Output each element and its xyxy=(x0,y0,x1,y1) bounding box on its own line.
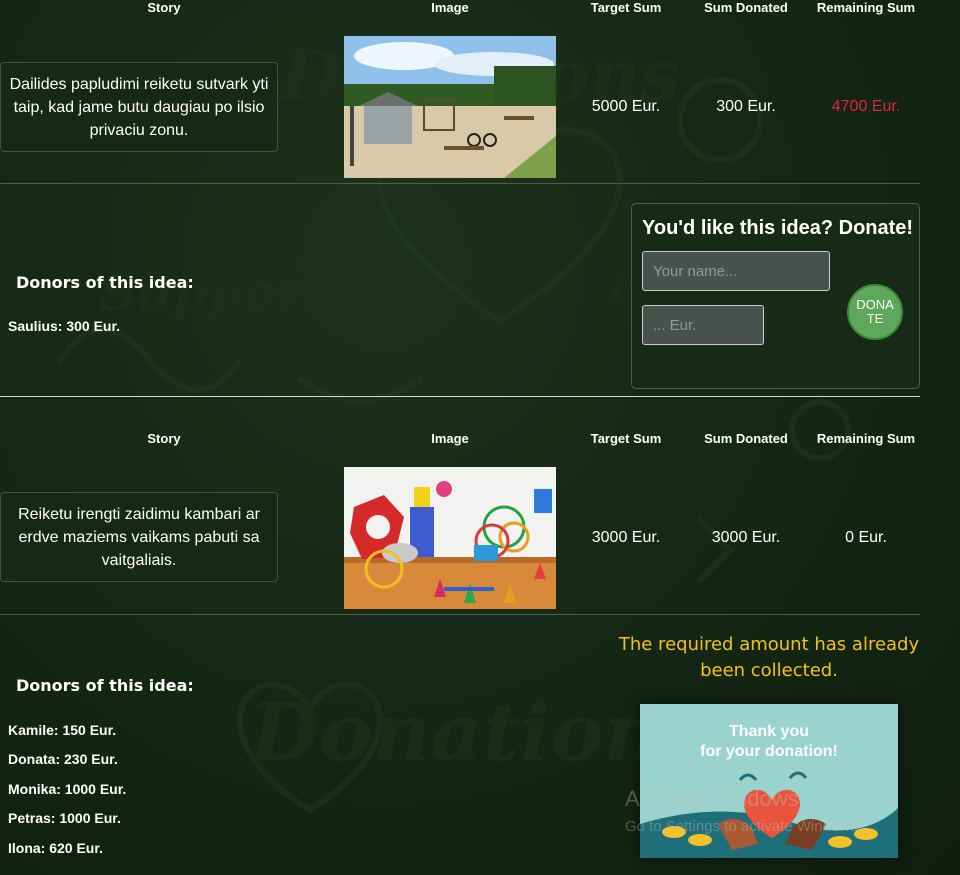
donor-entry: Petras: 1000 Eur. xyxy=(8,810,121,826)
header-sum-donated: Sum Donated xyxy=(704,431,788,446)
donors-title: Donors of this idea: xyxy=(16,676,194,695)
row-divider xyxy=(0,183,920,184)
header-story: Story xyxy=(147,0,181,15)
donor-entry: Ilona: 620 Eur. xyxy=(8,840,103,856)
header-target-sum: Target Sum xyxy=(590,0,662,15)
story-text: Reiketu irengti zaidimu kambari ar erdve… xyxy=(0,492,278,582)
donate-form: You'd like this idea? Donate! DONATE xyxy=(631,203,920,389)
donor-entry: Monika: 1000 Eur. xyxy=(8,781,127,797)
header-image: Image xyxy=(431,0,469,15)
thank-you-line: for your donation! xyxy=(700,743,838,760)
target-sum: 3000 Eur. xyxy=(591,529,661,546)
story-text: Dailides papludimi reiketu sutvark yti t… xyxy=(0,62,278,152)
watermark-line: Go to Settings to activate Windows. xyxy=(625,818,862,835)
header-remaining-sum: Remaining Sum xyxy=(816,0,916,15)
row-divider xyxy=(0,614,920,615)
donate-button[interactable]: DONATE xyxy=(847,284,903,340)
table-header-row: Story Image Target Sum Sum Donated Remai… xyxy=(0,0,922,18)
idea-divider xyxy=(0,396,920,397)
svg-text:Support: Support xyxy=(100,263,325,322)
sum-donated: 300 Eur. xyxy=(716,98,776,115)
header-target-sum: Target Sum xyxy=(590,431,662,446)
idea-image-beach xyxy=(344,36,556,178)
collected-message: The required amount has already been col… xyxy=(618,634,920,681)
donor-entry: Donata: 230 Eur. xyxy=(8,751,118,767)
donors-title: Donors of this idea: xyxy=(16,273,194,292)
thank-you-text: Thank you for your donation! xyxy=(640,722,898,762)
donor-entry: Kamile: 150 Eur. xyxy=(8,722,117,738)
windows-activation-watermark: Activate Windows Go to Settings to activ… xyxy=(625,786,862,835)
header-story: Story xyxy=(147,431,181,446)
remaining-sum: 0 Eur. xyxy=(845,529,887,546)
watermark-line: Activate Windows xyxy=(625,786,799,811)
donate-form-title: You'd like this idea? Donate! xyxy=(642,217,914,239)
header-sum-donated: Sum Donated xyxy=(704,0,788,15)
remaining-sum: 4700 Eur. xyxy=(831,98,901,115)
donations-page: Donations Support Donations Fundraising … xyxy=(0,0,960,875)
donor-entry: Saulius: 300 Eur. xyxy=(8,318,121,334)
target-sum: 5000 Eur. xyxy=(591,98,661,115)
header-image: Image xyxy=(431,431,469,446)
donor-name-input[interactable] xyxy=(642,251,830,291)
idea-image-playroom xyxy=(344,467,556,609)
header-remaining-sum: Remaining Sum xyxy=(816,431,916,446)
thank-you-line: Thank you xyxy=(728,723,809,740)
donation-amount-input[interactable] xyxy=(642,305,764,345)
sum-donated: 3000 Eur. xyxy=(711,529,781,546)
svg-text:Donations: Donations xyxy=(248,685,707,779)
table-header-row: Story Image Target Sum Sum Donated Remai… xyxy=(0,431,922,449)
